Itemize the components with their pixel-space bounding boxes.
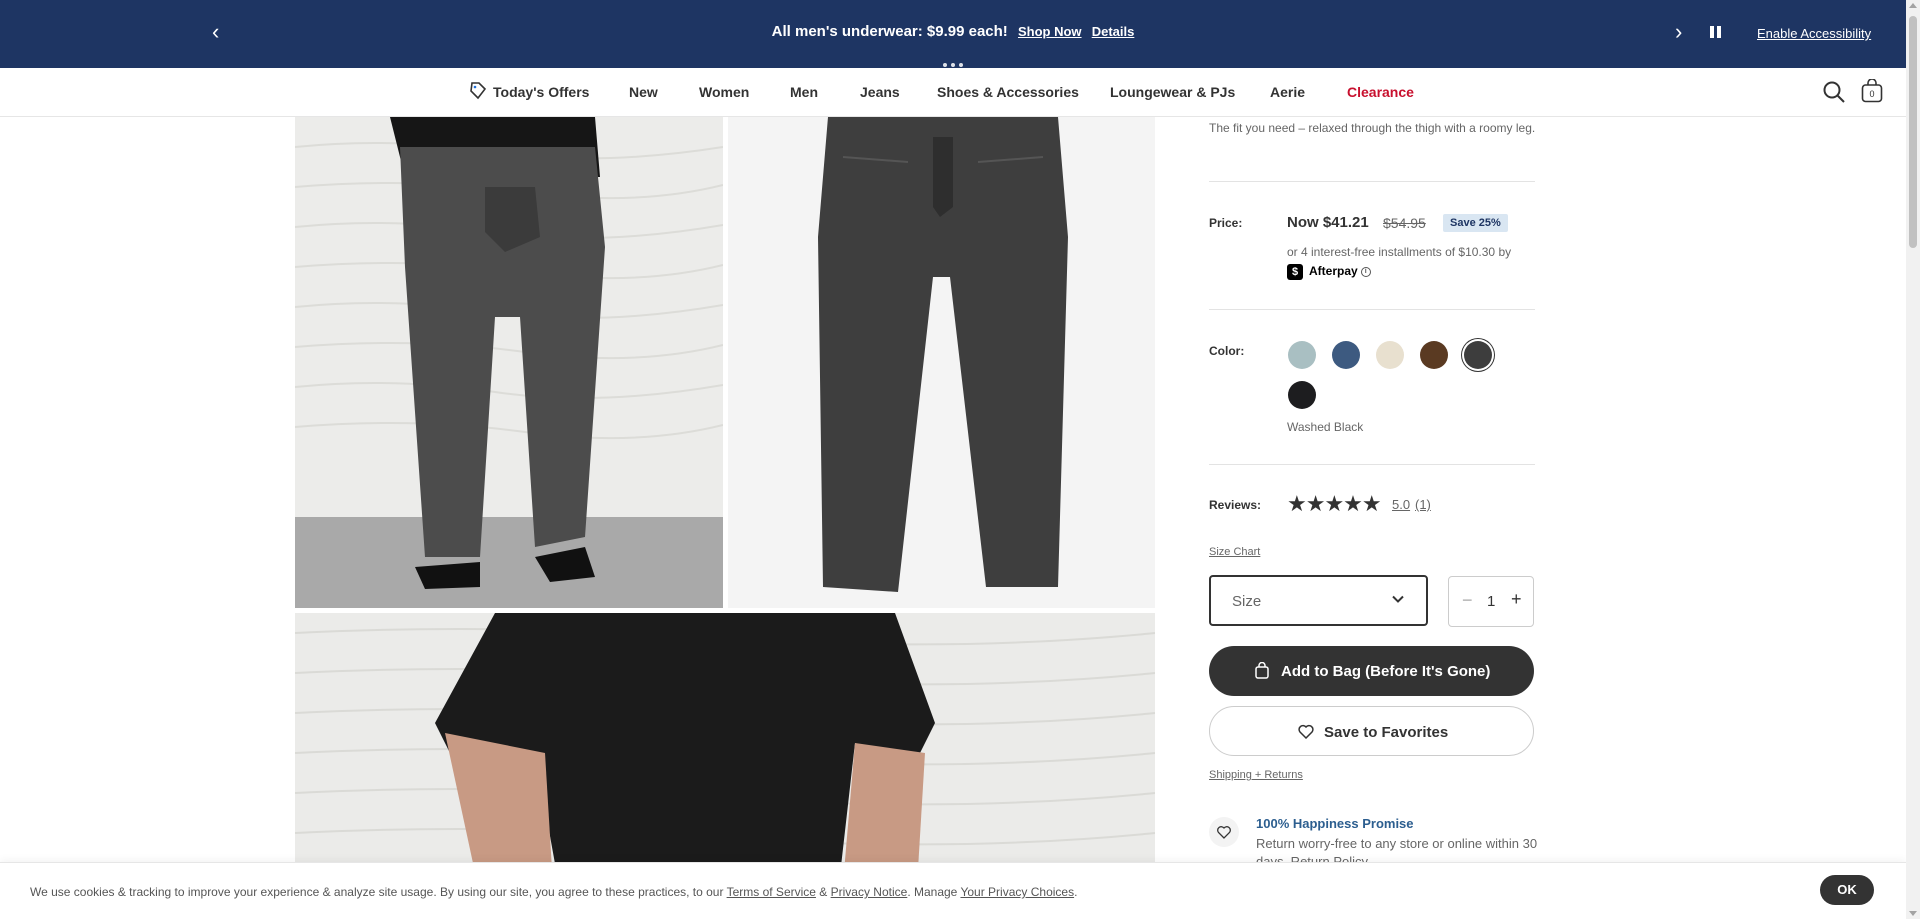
- nav-item-clearance[interactable]: Clearance: [1347, 84, 1414, 100]
- save-to-favorites-button[interactable]: Save to Favorites: [1209, 706, 1534, 756]
- selected-color-name: Washed Black: [1287, 420, 1364, 434]
- info-icon[interactable]: i: [1360, 267, 1371, 277]
- add-to-bag-label: Add to Bag (Before It's Gone): [1281, 663, 1491, 680]
- size-select-placeholder: Size: [1232, 593, 1262, 610]
- divider: [1209, 309, 1535, 310]
- terms-of-service-link[interactable]: Terms of Service: [727, 885, 816, 899]
- divider: [1209, 181, 1535, 182]
- cookie-banner: We use cookies & tracking to improve you…: [0, 862, 1906, 919]
- privacy-notice-link[interactable]: Privacy Notice: [831, 885, 908, 899]
- color-swatch-washed-black[interactable]: [1464, 341, 1492, 369]
- color-swatch-light-wash[interactable]: [1288, 341, 1316, 369]
- main-navigation: Today's Offers New Women Men Jeans Shoes…: [0, 68, 1906, 117]
- cookie-text-2: . Manage: [907, 885, 961, 899]
- search-icon[interactable]: [1822, 80, 1846, 104]
- scroll-up-arrow-icon[interactable]: [1909, 3, 1917, 8]
- scroll-down-arrow-icon[interactable]: [1909, 911, 1917, 916]
- nav-item-men[interactable]: Men: [790, 84, 818, 100]
- quantity-increase-button[interactable]: +: [1511, 589, 1522, 610]
- size-chart-link[interactable]: Size Chart: [1209, 546, 1260, 558]
- add-to-bag-button[interactable]: Add to Bag (Before It's Gone): [1209, 646, 1534, 696]
- enable-accessibility-link[interactable]: Enable Accessibility: [1757, 26, 1871, 41]
- offers-tag-icon: [470, 82, 487, 100]
- price-now: Now $41.21: [1287, 214, 1369, 231]
- nav-item-loungewear[interactable]: Loungewear & PJs: [1110, 84, 1235, 100]
- privacy-choices-link[interactable]: Your Privacy Choices: [960, 885, 1074, 899]
- quantity-stepper: − 1 +: [1448, 576, 1534, 627]
- promo-banner: ‹ All men's underwear: $9.99 each! Shop …: [0, 0, 1906, 68]
- promo-next-arrow-icon[interactable]: ›: [1675, 20, 1682, 44]
- heart-icon: [1298, 724, 1314, 739]
- nav-item-shoes-accessories[interactable]: Shoes & Accessories: [937, 84, 1079, 100]
- cookie-text-1: We use cookies & tracking to improve you…: [30, 885, 727, 899]
- price-label: Price:: [1209, 216, 1243, 230]
- save-badge: Save 25%: [1443, 214, 1508, 232]
- save-to-favorites-label: Save to Favorites: [1324, 724, 1449, 741]
- scrollbar-thumb[interactable]: [1909, 16, 1917, 248]
- cookie-text-amp: &: [815, 885, 831, 899]
- nav-item-jeans[interactable]: Jeans: [860, 84, 900, 100]
- happiness-promise-link[interactable]: 100% Happiness Promise: [1256, 816, 1414, 831]
- review-count-link[interactable]: (1): [1415, 497, 1431, 512]
- color-swatch-medium-blue[interactable]: [1332, 341, 1360, 369]
- pause-icon[interactable]: [1710, 26, 1721, 38]
- cookie-text-3: .: [1074, 885, 1078, 899]
- price-was: $54.95: [1383, 215, 1426, 231]
- happiness-promise-icon: [1209, 817, 1239, 847]
- product-image-back-view[interactable]: [295, 117, 723, 608]
- bag-icon: [1255, 662, 1269, 679]
- shopping-bag-icon[interactable]: 0: [1861, 79, 1883, 103]
- afterpay-info[interactable]: $ Afterpay i: [1287, 264, 1371, 280]
- quantity-value[interactable]: 1: [1487, 593, 1495, 610]
- nav-item-todays-offers[interactable]: Today's Offers: [493, 84, 589, 100]
- bag-count: 0: [1869, 89, 1874, 99]
- divider: [1209, 464, 1535, 465]
- nav-item-women[interactable]: Women: [699, 84, 749, 100]
- cookie-ok-button[interactable]: OK: [1820, 875, 1874, 905]
- nav-item-new[interactable]: New: [629, 84, 658, 100]
- cookie-text: We use cookies & tracking to improve you…: [30, 885, 1077, 899]
- color-swatch-black[interactable]: [1288, 381, 1316, 409]
- page-scrollbar[interactable]: [1906, 0, 1920, 919]
- star-rating-icon: ★★★★★: [1287, 491, 1382, 516]
- reviews-label: Reviews:: [1209, 498, 1262, 512]
- color-swatch-ecru[interactable]: [1376, 341, 1404, 369]
- details-link[interactable]: Details: [1092, 24, 1135, 39]
- quantity-decrease-button[interactable]: −: [1462, 590, 1473, 611]
- installments-text: or 4 interest-free installments of $10.3…: [1287, 245, 1512, 259]
- promo-message-row: All men's underwear: $9.99 each! Shop No…: [0, 23, 1906, 40]
- shop-now-link[interactable]: Shop Now: [1018, 24, 1082, 39]
- nav-item-aerie[interactable]: Aerie: [1270, 84, 1305, 100]
- promo-message: All men's underwear: $9.99 each!: [771, 23, 1008, 40]
- chevron-down-icon: [1392, 595, 1404, 603]
- rating-link[interactable]: 5.0: [1392, 497, 1410, 512]
- color-label: Color:: [1209, 344, 1245, 358]
- afterpay-label: Afterpay: [1309, 264, 1358, 279]
- shipping-returns-link[interactable]: Shipping + Returns: [1209, 769, 1303, 781]
- color-swatch-brown[interactable]: [1420, 341, 1448, 369]
- product-image-flat-lay[interactable]: [728, 117, 1155, 608]
- product-description: The fit you need – relaxed through the t…: [1209, 121, 1536, 135]
- afterpay-logo-icon: $: [1287, 264, 1303, 280]
- size-select[interactable]: Size: [1209, 575, 1428, 626]
